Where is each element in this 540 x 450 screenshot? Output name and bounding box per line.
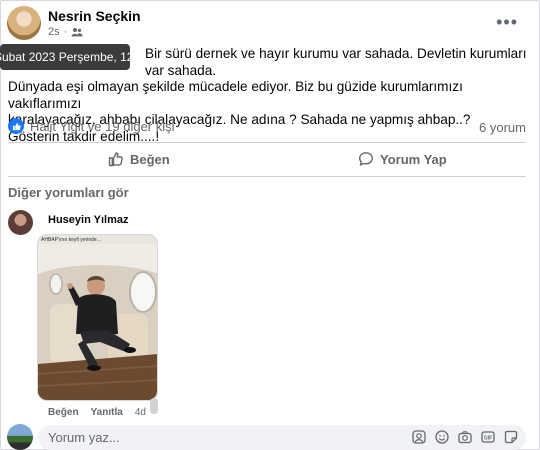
comment-author-name[interactable]: Huseyin Yılmaz [48,214,129,226]
svg-text:GIF: GIF [484,436,492,442]
like-button[interactable]: Beğen [108,151,170,167]
comment-input[interactable] [48,430,348,445]
separator-dot: · [63,26,68,38]
thumb-up-icon [108,152,123,167]
comment-button[interactable]: Yorum Yap [358,151,447,167]
comment-label: Yorum Yap [380,151,447,167]
like-badge-icon [8,118,24,134]
comment-image[interactable]: AHBAP'ının keyfi yerinde... [37,234,158,401]
timestamp-tooltip: Şubat 2023 Perşembe, 12:18 [0,44,130,70]
friends-icon [71,28,83,37]
comment-bubble-icon [359,152,373,166]
commenter-avatar[interactable] [8,210,33,235]
comment-count[interactable]: 6 yorum [479,120,526,135]
divider [8,142,526,143]
comment-reply-link[interactable]: Yanıtla [91,407,123,418]
post-meta: 2s · [48,26,83,38]
view-more-comments-link[interactable]: Diğer yorumları gör [8,185,129,200]
image-scroll-handle[interactable] [150,398,158,414]
comment-composer[interactable]: GIF [38,425,526,450]
jet-cabin-photo [38,244,157,400]
comment-time[interactable]: 4d [135,407,146,418]
image-caption: AHBAP'ının keyfi yerinde... [41,237,101,243]
comment-like-link[interactable]: Beğen [48,407,79,418]
emoji-icon[interactable] [435,430,449,444]
post-text-line: Dünyada eşi olmayan şekilde mücadele edi… [8,79,463,111]
comment-actions: Beğen Yanıtla 4d [48,407,146,418]
post-author-name[interactable]: Nesrin Seçkin [48,8,141,24]
camera-icon[interactable] [458,430,472,444]
current-user-avatar[interactable] [7,424,33,450]
avatar-icon[interactable] [412,430,426,444]
post-time[interactable]: 2s [48,26,60,38]
divider [8,176,526,177]
like-label: Beğen [130,151,170,167]
composer-icons: GIF [412,430,518,444]
reactions-text[interactable]: Halit Yiğit ve 19 diğer kişi [30,119,175,134]
sticker-icon[interactable] [504,430,518,444]
more-options-icon[interactable]: ••• [496,12,518,33]
author-avatar[interactable] [7,6,41,40]
reactions-summary[interactable]: Halit Yiğit ve 19 diğer kişi [8,118,175,134]
gif-icon[interactable]: GIF [481,430,495,444]
tooltip-text: Şubat 2023 Perşembe, 12:18 [0,50,130,64]
